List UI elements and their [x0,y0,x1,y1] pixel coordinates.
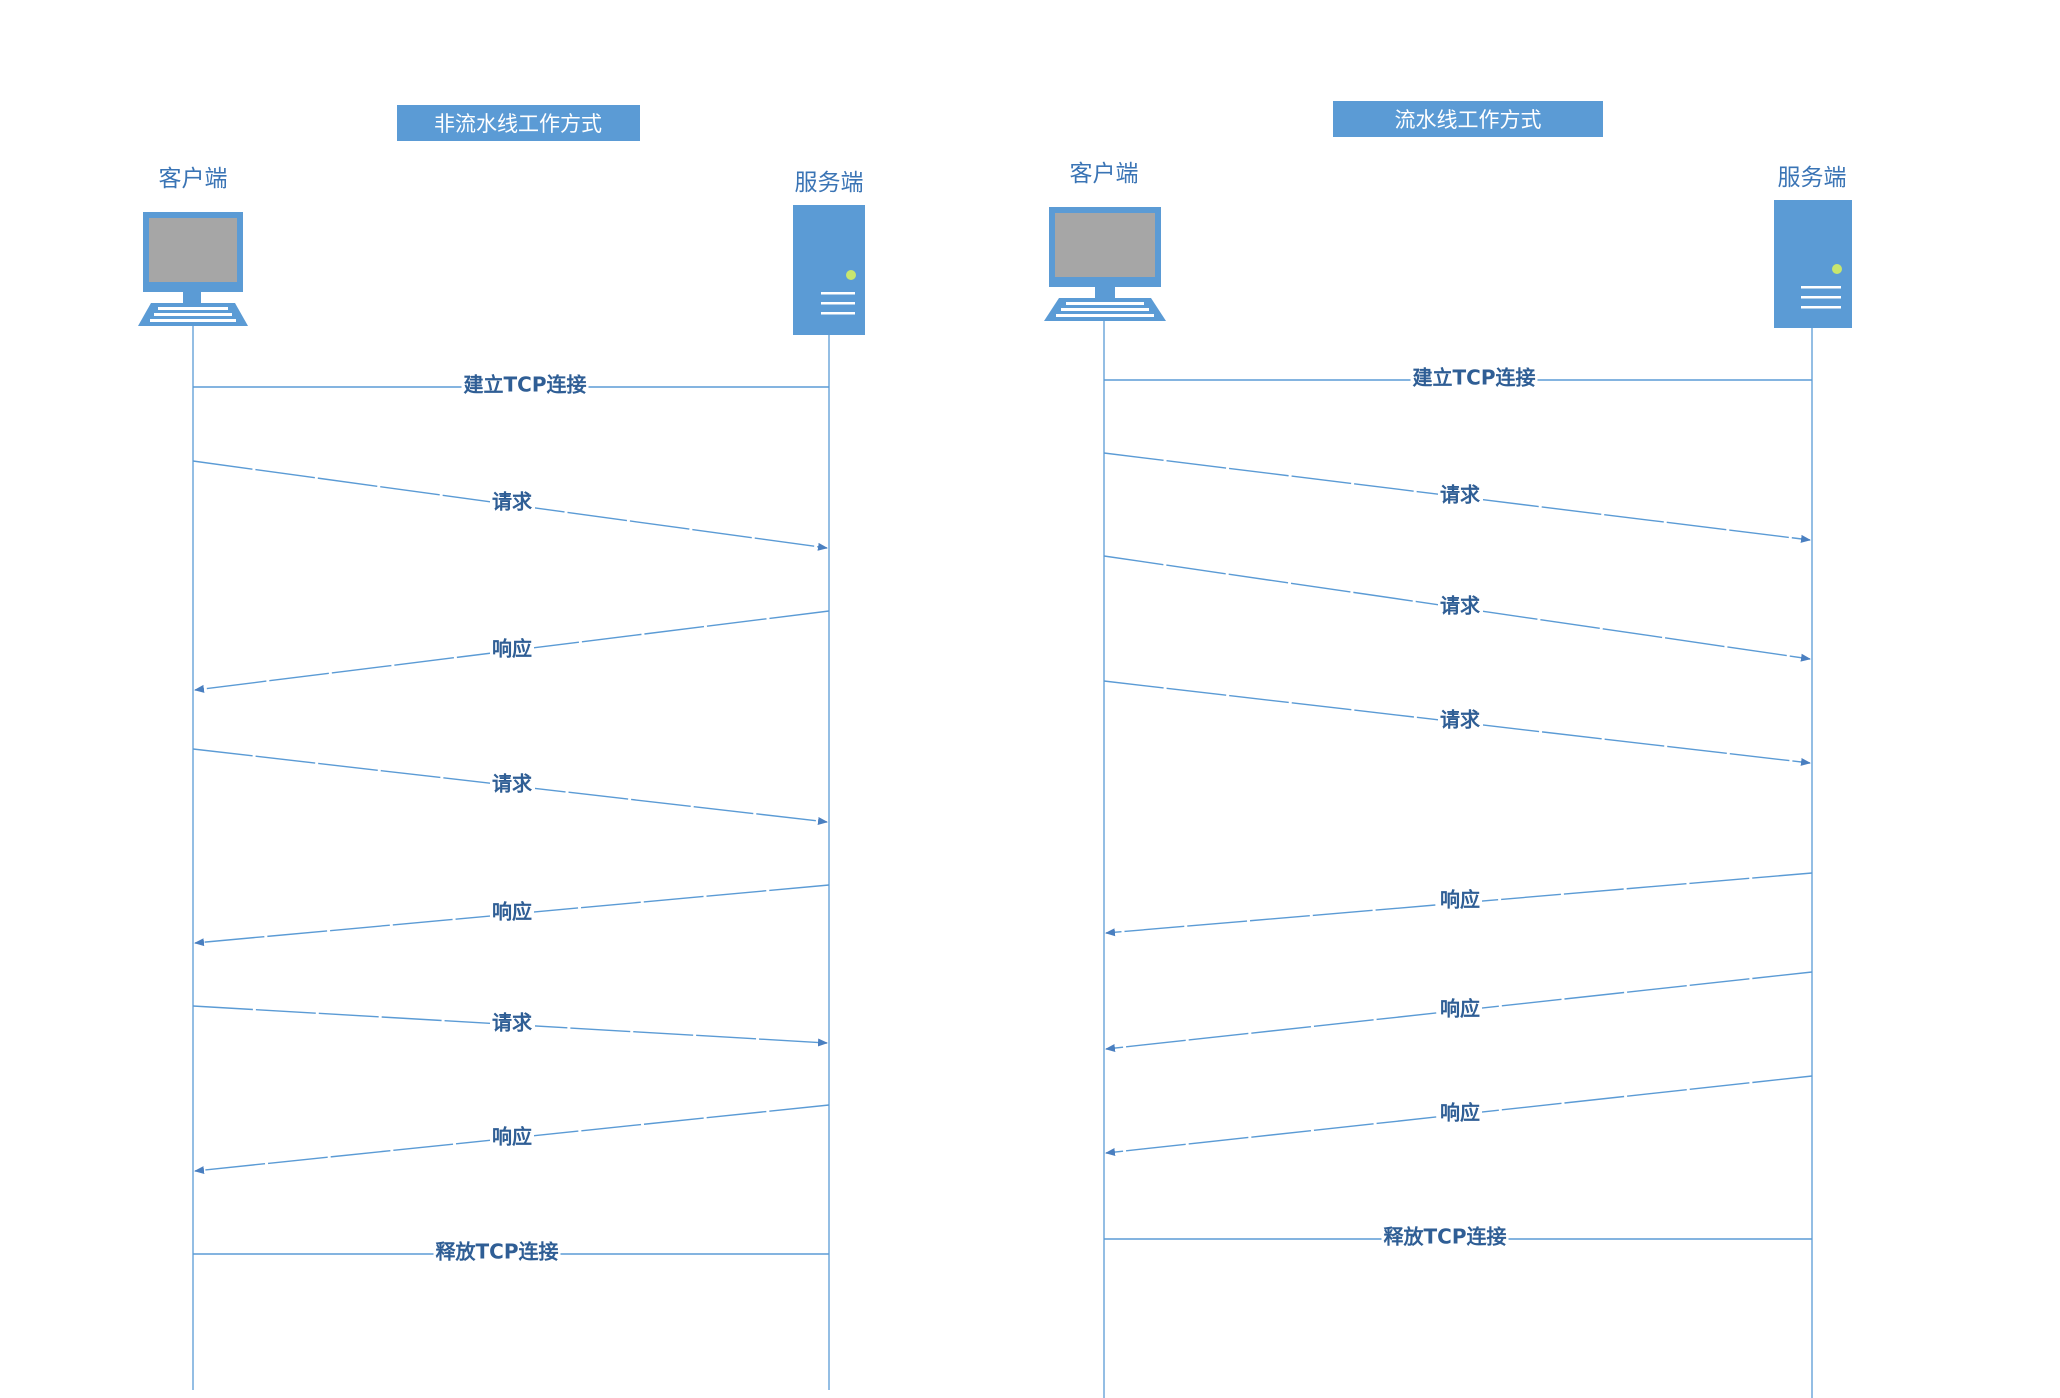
left-messages: 建立TCP连接请求响应请求响应请求响应释放TCP连接 [192,373,830,1264]
right-computer-icon [1044,207,1166,321]
right-response-label: 响应 [1440,888,1480,912]
left-diagram: 非流水线工作方式 客户端 服务端 建立TCP连接请求响应请求响应请求响应释放TC… [138,105,865,1390]
left-response-label: 响应 [492,637,532,661]
right-server-icon [1774,200,1852,328]
left-computer-icon [138,212,248,326]
left-teardown-label: 释放TCP连接 [436,1240,559,1264]
right-title: 流水线工作方式 [1395,108,1542,132]
left-response-label: 响应 [492,900,532,924]
right-messages: 建立TCP连接请求请求请求响应响应响应释放TCP连接 [1103,366,1813,1249]
right-teardown-label: 释放TCP连接 [1384,1225,1507,1249]
left-server-label: 服务端 [795,170,864,196]
right-client-label: 客户端 [1070,161,1139,187]
left-title: 非流水线工作方式 [434,112,602,136]
left-setup-label: 建立TCP连接 [464,373,587,397]
right-response-label: 响应 [1440,1101,1480,1125]
right-request-label: 请求 [1440,594,1481,618]
right-setup-label: 建立TCP连接 [1413,366,1536,390]
left-response-label: 响应 [492,1125,532,1149]
left-request-label: 请求 [492,490,533,514]
right-request-label: 请求 [1440,708,1481,732]
right-server-label: 服务端 [1778,165,1847,191]
left-server-icon [793,205,865,335]
right-response-label: 响应 [1440,997,1480,1021]
sequence-diagram: 非流水线工作方式 客户端 服务端 建立TCP连接请求响应请求响应请求响应释放TC… [138,101,1852,1398]
right-diagram: 流水线工作方式 客户端 服务端 建立TCP连接请求请求请求响应响应响应释放TCP… [1044,101,1852,1398]
left-request-label: 请求 [492,1011,533,1035]
right-request-label: 请求 [1440,483,1481,507]
left-request-label: 请求 [492,772,533,796]
left-client-label: 客户端 [159,166,228,192]
